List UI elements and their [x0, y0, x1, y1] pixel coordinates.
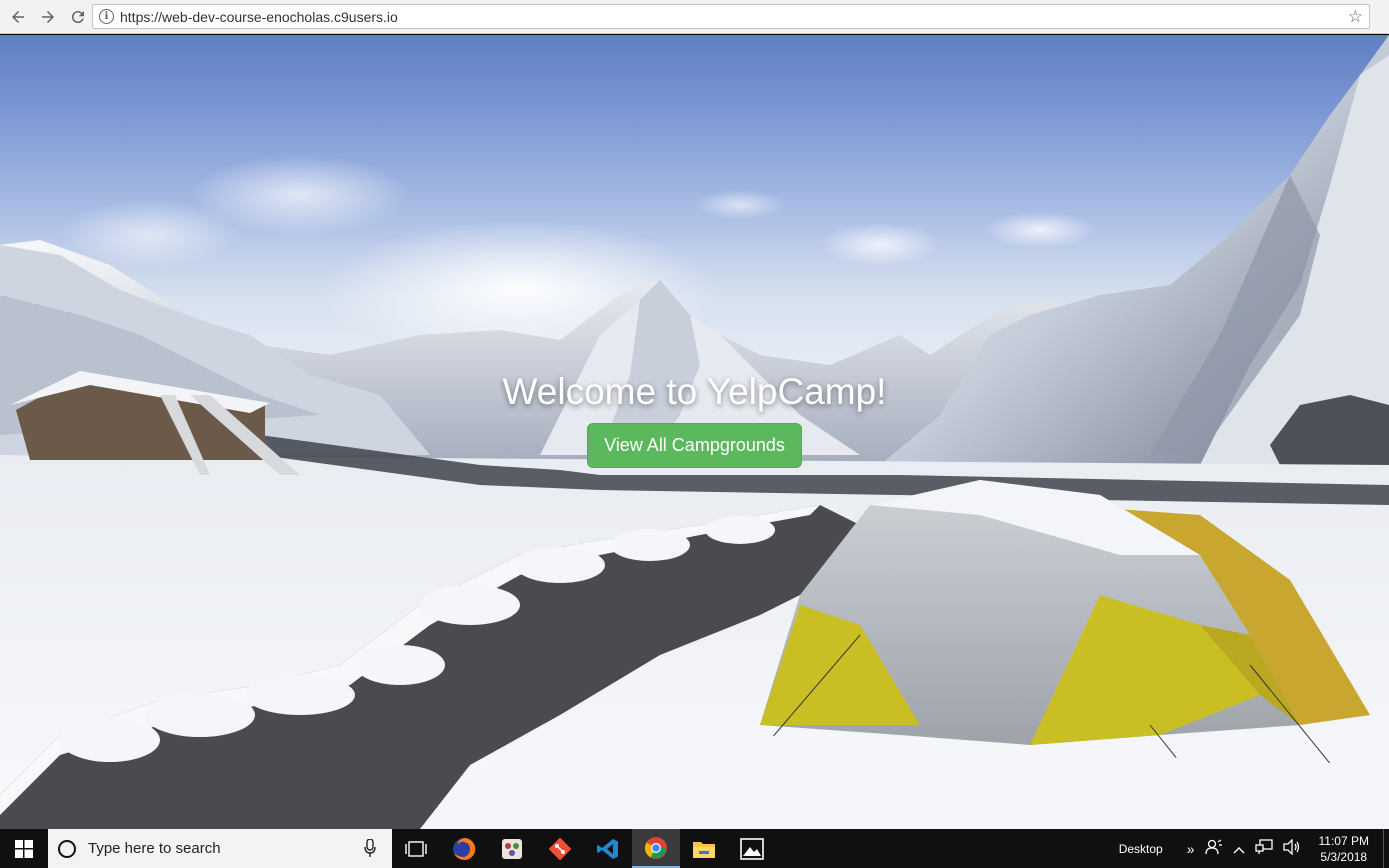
- microphone-icon[interactable]: [364, 839, 376, 857]
- volume-icon[interactable]: [1282, 838, 1301, 858]
- forward-arrow-icon[interactable]: [36, 5, 60, 29]
- url-text[interactable]: https://web-dev-course-enocholas.c9users…: [120, 9, 398, 25]
- hero-section: Welcome to YelpCamp! View All Campground…: [0, 371, 1389, 468]
- photos-icon[interactable]: [728, 829, 776, 868]
- cortana-icon: [58, 839, 76, 858]
- windows-start-icon[interactable]: [0, 829, 48, 868]
- game-icon[interactable]: [488, 829, 536, 868]
- task-view-icon[interactable]: [392, 829, 440, 868]
- reload-icon[interactable]: [66, 5, 90, 29]
- view-all-campgrounds-button[interactable]: View All Campgrounds: [587, 423, 802, 468]
- clock-date: 5/3/2018: [1320, 849, 1368, 864]
- browser-toolbar: i https://web-dev-course-enocholas.c9use…: [0, 0, 1389, 34]
- network-icon[interactable]: [1254, 839, 1273, 858]
- info-icon[interactable]: i: [99, 9, 114, 24]
- git-icon[interactable]: [536, 829, 584, 868]
- page-viewport: Welcome to YelpCamp! View All Campground…: [0, 35, 1389, 829]
- clock-time: 11:07 PM: [1318, 833, 1369, 848]
- hero-title: Welcome to YelpCamp!: [502, 371, 887, 412]
- file-explorer-icon[interactable]: [680, 829, 728, 868]
- taskbar-search-placeholder: Type here to search: [88, 840, 221, 857]
- back-arrow-icon[interactable]: [6, 5, 30, 29]
- taskbar-search-box[interactable]: Type here to search: [48, 829, 392, 868]
- address-bar[interactable]: i https://web-dev-course-enocholas.c9use…: [92, 4, 1370, 29]
- chevron-up-icon[interactable]: [1233, 841, 1245, 857]
- chevron-double-right-icon[interactable]: »: [1187, 841, 1195, 857]
- desktop-toolbar-label[interactable]: Desktop: [1119, 842, 1163, 856]
- star-icon[interactable]: ☆: [1348, 7, 1363, 27]
- taskbar-clock[interactable]: 11:07 PM 5/3/2018: [1319, 833, 1369, 865]
- system-tray: Desktop » 11:07 PM 5/3/2018: [1119, 829, 1389, 868]
- chrome-icon[interactable]: [632, 829, 680, 868]
- taskbar: Type here to search Desktop » 11:07 PM 5…: [0, 829, 1389, 868]
- people-icon[interactable]: [1204, 839, 1223, 858]
- show-desktop-button[interactable]: [1383, 829, 1389, 868]
- firefox-icon[interactable]: [440, 829, 488, 868]
- vscode-icon[interactable]: [584, 829, 632, 868]
